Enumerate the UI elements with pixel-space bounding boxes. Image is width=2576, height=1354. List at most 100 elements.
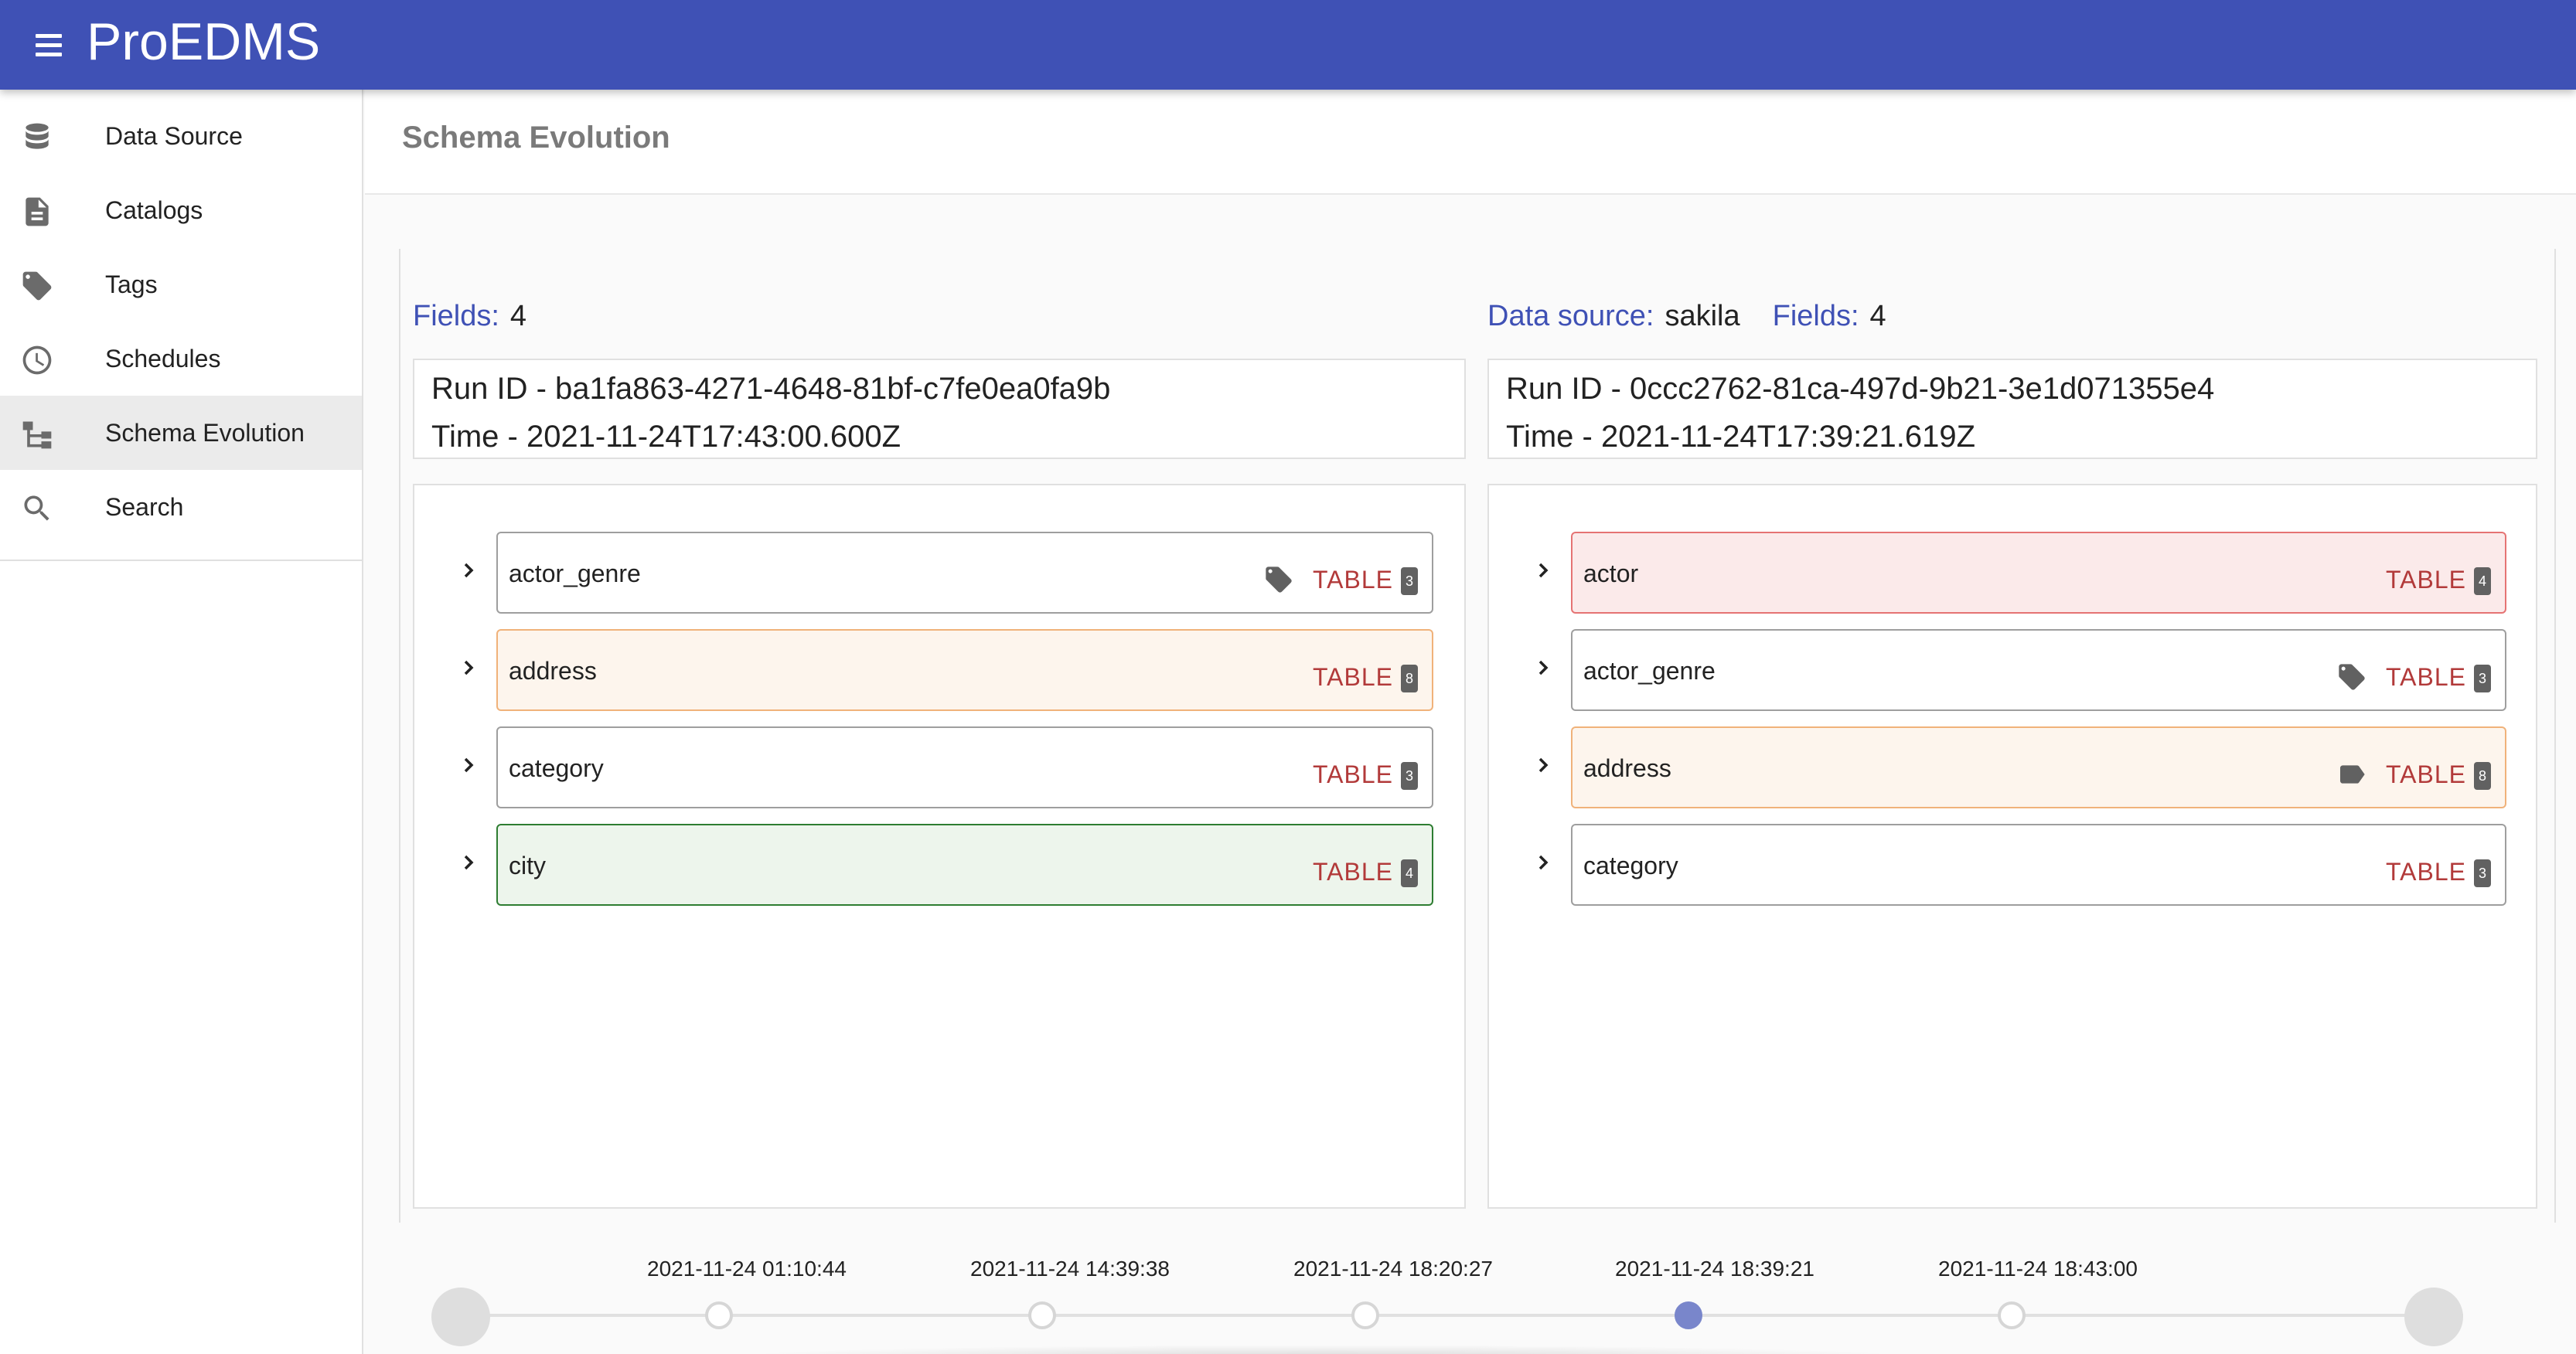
node-type: TABLE [2386,566,2466,594]
node-type: TABLE [1313,858,1393,886]
timeline-point[interactable] [1998,1301,2026,1329]
sidebar-item-label: Tags [105,270,158,298]
tag-icon [20,269,54,303]
timeline-point-active[interactable] [1675,1301,1702,1329]
node-name: actor_genre [509,560,641,587]
right-run-info: Run ID - 0ccc2762-81ca-497d-9b21-3e1d071… [1487,359,2537,459]
run-time: Time - 2021-11-24T17:39:21.619Z [1506,420,1976,454]
nav-list: Data Source Catalogs Tags Schedules Sche… [0,99,362,544]
schema-node-category[interactable]: category TABLE 3 [1571,824,2506,906]
node-count-badge: 3 [1401,567,1418,595]
timeline-label: 2021-11-24 14:39:38 [970,1257,1170,1281]
fields-label: Fields: [413,300,499,332]
sidebar: Data Source Catalogs Tags Schedules Sche… [0,90,363,1354]
left-run-info: Run ID - ba1fa863-4271-4648-81bf-c7fe0ea… [413,359,1466,459]
timeline-label: 2021-11-24 18:43:00 [1938,1257,2138,1281]
schema-node-city[interactable]: city TABLE 4 [496,824,1433,906]
timeline-point[interactable] [705,1301,733,1329]
node-name: address [1583,754,1671,782]
tree-row: actor_genre TABLE 3 [414,532,1464,614]
timeline-prev-button[interactable] [431,1288,490,1346]
schema-node-actor[interactable]: actor TABLE 4 [1571,532,2506,614]
timeline-track [461,1314,2463,1317]
fields-value: 4 [509,300,527,332]
node-count-badge: 4 [1401,859,1418,887]
label-icon [2336,759,2367,790]
chevron-right-icon[interactable] [1532,560,1554,581]
sidebar-item-catalogs[interactable]: Catalogs [0,173,362,247]
schema-node-address[interactable]: address TABLE 8 [1571,726,2506,808]
sidebar-item-data-source[interactable]: Data Source [0,99,362,173]
sidebar-divider [0,560,362,561]
schema-node-actor-genre[interactable]: actor_genre TABLE 3 [1571,629,2506,711]
chevron-right-icon[interactable] [1532,754,1554,776]
tree-row: city TABLE 4 [414,824,1464,906]
app-title: ProEDMS [87,12,321,71]
schema-node-address[interactable]: address TABLE 8 [496,629,1433,711]
schema-compare-area: Fields: 4 Run ID - ba1fa863-4271-4648-81b… [399,249,2556,1223]
timeline-point[interactable] [1028,1301,1056,1329]
chevron-right-icon[interactable] [458,560,479,581]
run-time: Time - 2021-11-24T17:43:00.600Z [431,420,901,454]
node-count-badge: 3 [1401,762,1418,790]
node-name: category [1583,852,1678,879]
datasource-label: Data source: [1487,300,1654,332]
schema-node-category[interactable]: category TABLE 3 [496,726,1433,808]
search-icon [20,492,54,526]
tree-row: actor_genre TABLE 3 [1489,629,2536,711]
tree-row: category TABLE 3 [1489,824,2536,906]
left-meta: Fields: 4 [413,300,526,333]
chevron-right-icon[interactable] [1532,852,1554,873]
node-type: TABLE [1313,760,1393,788]
document-icon [20,195,54,229]
sidebar-item-tags[interactable]: Tags [0,247,362,321]
left-schema-tree: actor_genre TABLE 3 address TABLE 8 cate… [413,484,1466,1209]
node-name: address [509,657,597,685]
timeline-point[interactable] [1351,1301,1379,1329]
node-name: category [509,754,604,782]
node-name: actor_genre [1583,657,1716,685]
node-type: TABLE [2386,663,2466,691]
node-count-badge: 3 [2474,859,2491,887]
tag-icon [2336,662,2367,692]
sidebar-item-label: Search [105,492,184,521]
node-name: city [509,852,546,879]
run-id: Run ID - 0ccc2762-81ca-497d-9b21-3e1d071… [1506,372,2215,406]
sidebar-item-schedules[interactable]: Schedules [0,321,362,396]
tag-icon [1263,564,1294,595]
node-count-badge: 4 [2474,567,2491,595]
timeline-label: 2021-11-24 01:10:44 [647,1257,847,1281]
chevron-right-icon[interactable] [458,657,479,679]
database-icon [20,121,54,155]
sidebar-item-label: Data Source [105,121,243,150]
sidebar-item-label: Schedules [105,344,221,373]
menu-icon[interactable] [29,26,68,65]
timeline-next-button[interactable] [2404,1288,2463,1346]
chevron-right-icon[interactable] [458,754,479,776]
fields-label: Fields: [1772,300,1859,332]
node-name: actor [1583,560,1639,587]
page-title: Schema Evolution [402,121,670,155]
app-bar: ProEDMS [0,0,2576,90]
page-header: Schema Evolution [365,90,2576,195]
right-meta: Data source: sakila Fields: 4 [1487,300,1886,333]
tree-row: category TABLE 3 [414,726,1464,808]
chevron-right-icon[interactable] [458,852,479,873]
clock-icon [20,343,54,377]
timeline-label: 2021-11-24 18:20:27 [1293,1257,1493,1281]
node-count-badge: 3 [2474,665,2491,692]
sidebar-item-label: Schema Evolution [105,418,305,447]
sidebar-item-label: Catalogs [105,196,203,224]
chevron-right-icon[interactable] [1532,657,1554,679]
node-count-badge: 8 [1401,665,1418,692]
node-type: TABLE [1313,566,1393,594]
sidebar-item-schema-evolution[interactable]: Schema Evolution [0,396,362,470]
schema-tree-icon [20,417,54,451]
right-schema-tree: actor TABLE 4 actor_genre TABLE 3 addres… [1487,484,2537,1209]
timeline-shadow [731,1345,1914,1354]
schema-node-actor-genre[interactable]: actor_genre TABLE 3 [496,532,1433,614]
fields-value: 4 [1869,300,1886,332]
run-timeline: 2021-11-24 01:10:44 2021-11-24 14:39:38 … [399,1237,2556,1354]
timeline-label: 2021-11-24 18:39:21 [1615,1257,1814,1281]
sidebar-item-search[interactable]: Search [0,470,362,544]
